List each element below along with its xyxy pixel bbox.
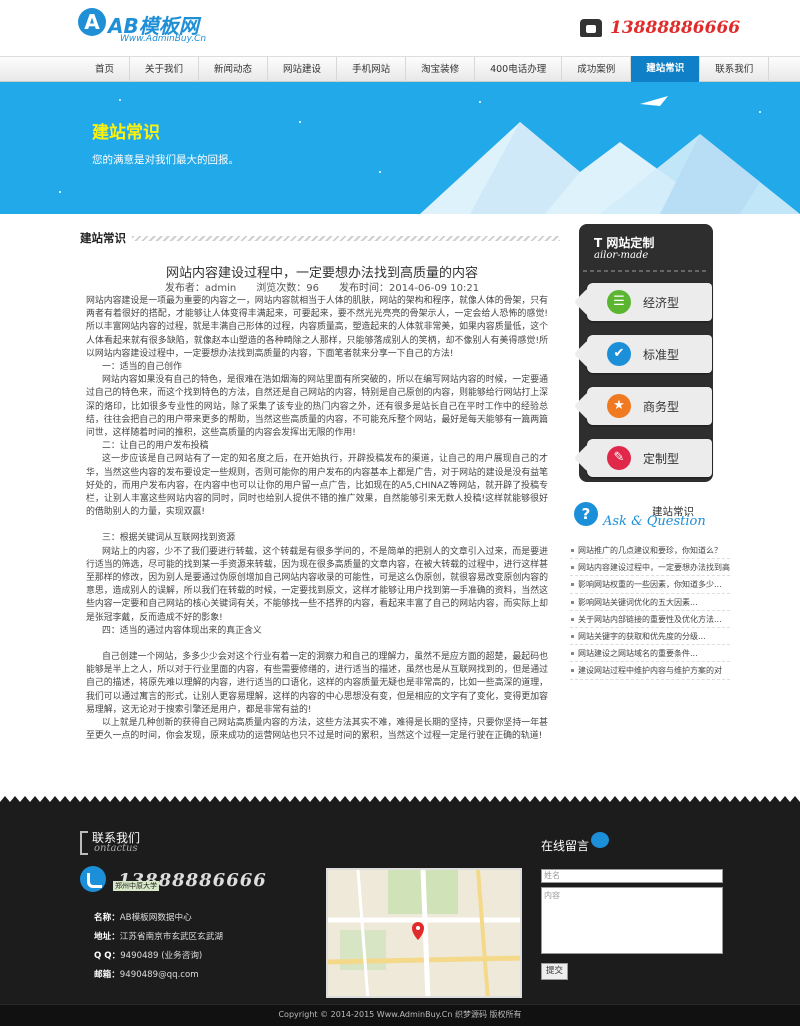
question-icon: ? bbox=[574, 502, 598, 526]
footer-info-label: 名称： bbox=[94, 913, 120, 923]
faq-item[interactable]: 建设网站过程中维护内容与维护方案的对 bbox=[570, 662, 730, 680]
contact-bracket bbox=[80, 831, 88, 855]
plan-tag-1[interactable]: ✔ 标准型 bbox=[587, 335, 712, 373]
nav-item-0[interactable]: 首页 bbox=[80, 57, 131, 83]
nav-item-8[interactable]: 建站常识 bbox=[631, 56, 701, 84]
footer-info-label: 地址： bbox=[94, 932, 120, 942]
main-nav: 首页 关于我们 新闻动态 网站建设 手机网站 淘宝装修 400电话办理 成功案例 建站常识 联系我… bbox=[0, 56, 800, 84]
article-paragraph: 三：根据关键词从互联网找到资源 bbox=[102, 533, 236, 544]
content-textarea[interactable]: 内容 bbox=[541, 887, 723, 954]
plan-tag-label: 经济型 bbox=[643, 296, 680, 310]
banner-subtitle: 您的满意是对我们最大的回报。 bbox=[92, 154, 239, 166]
custom-panel-subtitle: ailor-made bbox=[594, 250, 649, 261]
header-phone-number: 13888886666 bbox=[610, 18, 741, 38]
faq-item[interactable]: 网站推广的几点建议和要珍，你知道么？ bbox=[570, 542, 730, 560]
article-meta: 发布者：admin 浏览次数：96 发布时间：2014-06-09 10:21 bbox=[164, 283, 480, 294]
pen-icon: ✎ bbox=[607, 446, 631, 470]
footer-info-label: 邮箱： bbox=[94, 970, 120, 980]
article-paragraph: 二：让自己的用户发布投稿 bbox=[102, 441, 209, 452]
header: A AB模板网 Www.AdminBuy.Cn 13888886666 bbox=[0, 0, 800, 56]
location-map[interactable] bbox=[326, 868, 522, 998]
nav-item-6[interactable]: 400电话办理 bbox=[475, 57, 563, 83]
plan-tag-label: 商务型 bbox=[643, 400, 680, 414]
footer-info-value: 9490489 (业务咨询) bbox=[120, 951, 203, 961]
footer-info-row: 邮箱：9490489@qq.com bbox=[94, 966, 223, 985]
plan-tag-0[interactable]: ☰ 经济型 bbox=[587, 283, 712, 321]
banner-title: 建站常识 bbox=[92, 123, 160, 143]
star-icon: ★ bbox=[607, 394, 631, 418]
footer-info-label: Q Q： bbox=[94, 951, 121, 961]
article-paragraph: 这一步应该是自己网站有了一定的知名度之后，在开始执行，开辟投稿发布的渠道，让自己… bbox=[86, 454, 548, 518]
faq-list: 网站推广的几点建议和要珍，你知道么？ 网站内容建设过程中，一定要想办法找到高 影响网… bbox=[570, 542, 730, 680]
header-phone: 13888886666 bbox=[580, 18, 740, 38]
nav-item-9[interactable]: 联系我们 bbox=[700, 57, 770, 83]
logo-url: Www.AdminBuy.Cn bbox=[120, 34, 207, 44]
submit-button[interactable]: 提交 bbox=[541, 963, 568, 980]
name-input[interactable]: 姓名 bbox=[541, 869, 723, 883]
article-paragraph: 网站内容建设是一项最为重要的内容之一，网站内容就相当于人体的肌肤，网站的架构和程… bbox=[86, 296, 548, 359]
copyright: Copyright © 2014-2015 Www.AdminBuy.Cn 织梦… bbox=[0, 1004, 800, 1026]
footer-info-value: 9490489@qq.com bbox=[119, 970, 199, 980]
chat-bubble-icon bbox=[591, 832, 609, 848]
nav-item-5[interactable]: 淘宝装修 bbox=[406, 57, 476, 83]
logo-mark: A bbox=[78, 8, 106, 36]
footer-info-value: AB模板网数据中心 bbox=[119, 913, 192, 923]
plan-tag-3[interactable]: ✎ 定制型 bbox=[587, 439, 712, 477]
site-logo[interactable]: A AB模板网 Www.AdminBuy.Cn bbox=[78, 8, 238, 44]
plan-tag-2[interactable]: ★ 商务型 bbox=[587, 387, 712, 425]
footer-contact-en: ontactus bbox=[94, 843, 138, 854]
custom-panel-title: T 网站定制 bbox=[594, 234, 654, 251]
footer-info-value: 江苏省南京市玄武区玄武湖 bbox=[119, 932, 223, 942]
article-body: 网站内容建设是一项最为重要的内容之一，网站内容就相当于人体的肌肤，网站的架构和程… bbox=[86, 295, 548, 744]
faq-heading-en: Ask & Question bbox=[603, 514, 706, 529]
telephone-icon bbox=[580, 19, 602, 37]
message-title: 在线留言 bbox=[541, 839, 590, 853]
faq-item[interactable]: 影响网站权重的一些因素，你知道多少... bbox=[570, 576, 730, 594]
map-graphic bbox=[328, 870, 520, 996]
page-banner: 建站常识 您的满意是对我们最大的回报。 bbox=[0, 82, 800, 214]
section-title: 建站常识 bbox=[80, 231, 126, 245]
article-paragraph: 网站内容如果没有自己的特色，是很难在浩如烟海的网站里面有所突破的，所以在编写网站… bbox=[86, 375, 548, 439]
panel-stitch bbox=[583, 270, 709, 272]
faq-item[interactable]: 网站建设之网站域名的重要条件... bbox=[570, 645, 730, 663]
nav-list: 首页 关于我们 新闻动态 网站建设 手机网站 淘宝装修 400电话办理 成功案例 建站常识 联系我… bbox=[80, 56, 770, 84]
footer-info-row: 名称：AB模板网数据中心 bbox=[94, 909, 223, 928]
custom-panel-title-text: 网站定制 bbox=[606, 236, 655, 250]
faq-item[interactable]: 关于网站内部链接的重要性及优化方法... bbox=[570, 611, 730, 628]
nav-item-4[interactable]: 手机网站 bbox=[337, 57, 407, 83]
faq-item[interactable]: 网站内容建设过程中，一定要想办法找到高 bbox=[570, 559, 730, 577]
article-paragraph: 一：适当的自己创作 bbox=[102, 362, 182, 373]
plan-tag-label: 标准型 bbox=[643, 348, 680, 362]
nav-item-3[interactable]: 网站建设 bbox=[268, 57, 338, 83]
article-paragraph: 四：适当的通过内容体现出来的真正含义 bbox=[102, 625, 262, 636]
phone-icon bbox=[80, 866, 106, 892]
footer-info: 名称：AB模板网数据中心 地址：江苏省南京市玄武区玄武湖 Q Q：9490489 (… bbox=[94, 909, 223, 985]
footer-info-row: Q Q：9490489 (业务咨询) bbox=[94, 947, 223, 966]
nav-item-7[interactable]: 成功案例 bbox=[562, 57, 632, 83]
nav-item-1[interactable]: 关于我们 bbox=[130, 57, 200, 83]
list-icon: ☰ bbox=[607, 290, 631, 314]
article-paragraph: 网站上的内容，少不了我们要进行转载，这个转载是有很多学问的，不是简单的把别人的文… bbox=[86, 546, 548, 623]
banner-mountains bbox=[59, 96, 800, 214]
map-marker-label: 郑州中原大学 bbox=[113, 881, 159, 891]
article-paragraph: 自己创建一个网站，多多少少会对这个行业有着一定的洞察力和自己的理解力，虽然不是应… bbox=[86, 652, 548, 715]
check-icon: ✔ bbox=[607, 342, 631, 366]
custom-panel-initial: T bbox=[594, 236, 603, 250]
footer-info-row: 地址：江苏省南京市玄武区玄武湖 bbox=[94, 928, 223, 947]
faq-item[interactable]: 影响网站关键词优化的五大因素... bbox=[570, 594, 730, 611]
nav-item-2[interactable]: 新闻动态 bbox=[199, 57, 269, 83]
section-divider bbox=[132, 236, 560, 241]
faq-item[interactable]: 网站关键字的获取和优先度的分级... bbox=[570, 628, 730, 646]
article-paragraph: 以上就是几种创新的获得自己网站高质量内容的方法，这些方法其实不难，难得是长期的坚… bbox=[86, 718, 548, 742]
plan-tag-label: 定制型 bbox=[643, 452, 680, 466]
